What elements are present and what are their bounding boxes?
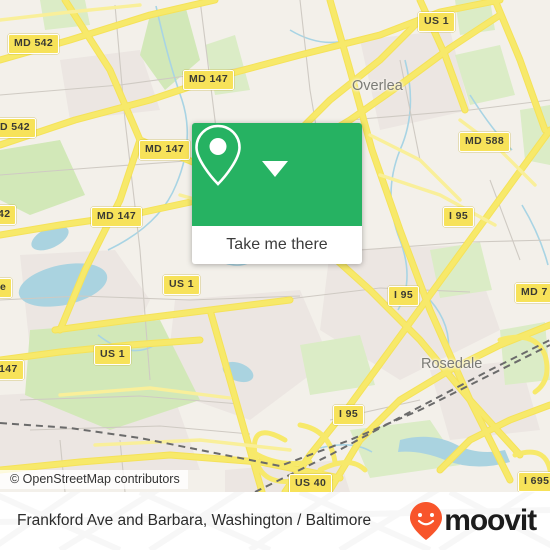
road-shield[interactable]: MD 147 [139, 140, 191, 160]
moovit-map-screenshot: .land{fill:#f3f0ea} .urban{fill:#ece6e2}… [0, 0, 550, 550]
map-canvas[interactable]: .land{fill:#f3f0ea} .urban{fill:#ece6e2}… [0, 0, 550, 492]
road-shield[interactable]: 42 [0, 205, 17, 225]
road-shield[interactable]: D 542 [0, 118, 37, 138]
bottom-bar: Frankford Ave and Barbara, Washington / … [0, 492, 550, 550]
map-pin-icon [195, 124, 241, 186]
road-shield[interactable]: MD 147 [183, 70, 235, 90]
place-label-overlea: Overlea [352, 78, 403, 94]
destination-callout[interactable]: Take me there [192, 123, 362, 264]
callout-action-panel[interactable]: Take me there [192, 226, 362, 264]
road-shield[interactable]: US 40 [289, 474, 333, 492]
road-shield[interactable]: 147 [0, 360, 24, 380]
road-shield[interactable]: US 1 [163, 275, 200, 295]
road-shield[interactable]: MD 147 [91, 207, 143, 227]
take-me-there-label: Take me there [226, 236, 328, 253]
road-shield[interactable]: MD 542 [8, 34, 60, 54]
road-shield[interactable]: I 95 [333, 405, 365, 425]
callout-tail [262, 161, 288, 177]
osm-attribution[interactable]: © OpenStreetMap contributors [0, 470, 188, 489]
moovit-logo[interactable]: moovit [409, 501, 537, 541]
place-label-rosedale: Rosedale [421, 356, 483, 372]
road-shield[interactable]: I 695 [518, 472, 550, 492]
moovit-pin-icon [410, 502, 443, 540]
location-title: Frankford Ave and Barbara, Washington / … [17, 512, 372, 529]
road-shield[interactable]: I 95 [443, 207, 475, 227]
road-shield[interactable]: MD 7 [515, 283, 550, 303]
road-shield[interactable]: e [0, 278, 13, 298]
road-shield[interactable]: US 1 [94, 345, 131, 365]
road-shield[interactable]: MD 588 [459, 132, 511, 152]
moovit-wordmark: moovit [444, 504, 537, 537]
road-shield[interactable]: I 95 [388, 286, 420, 306]
road-shield[interactable]: US 1 [418, 12, 455, 32]
